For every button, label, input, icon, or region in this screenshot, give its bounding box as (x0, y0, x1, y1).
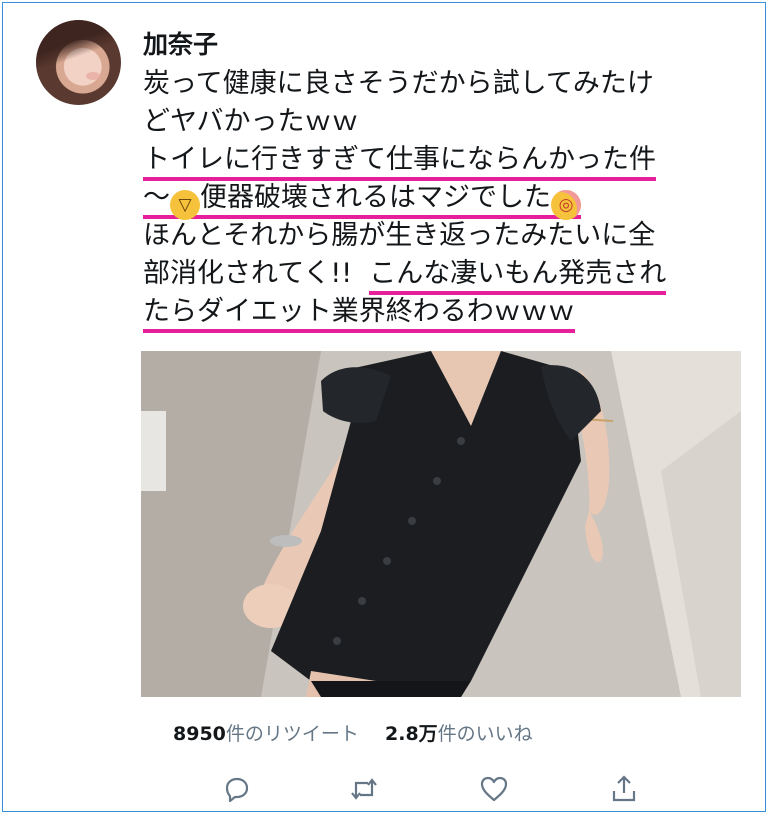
heart-icon (480, 776, 508, 802)
tweet-stats: 8950件のリツイート 2.8万件のいいね (173, 719, 533, 746)
tweet-line: たらダイエット業界終わるわｗｗｗ (143, 293, 743, 333)
highlighted-text: たらダイエット業界終わるわｗｗｗ (143, 296, 575, 333)
avatar[interactable] (36, 20, 121, 105)
reply-button[interactable] (221, 773, 253, 805)
tweet-line: 部消化されてく!! こんな凄いもん発売され (143, 255, 743, 295)
flushed-emoji-icon: ◎ (551, 190, 581, 220)
highlighted-text: トイレに行きすぎて仕事にならんかった件 (143, 144, 656, 181)
highlighted-text: 〜 ▽ 便器破壊されるはマジでした ◎ (143, 182, 581, 220)
retweet-button[interactable] (348, 773, 380, 805)
tweet-line: どヤバかったｗｗ (143, 106, 359, 137)
tweet-card: 加奈子 炭って健康に良さそうだから試してみたけ どヤバかったｗｗ トイレに行きす… (2, 2, 766, 812)
tweet-line: ほんとそれから腸が生き返ったみたいに全 (143, 220, 656, 251)
dress-photo-illustration (141, 351, 741, 697)
tweet-line: 〜 ▽ 便器破壊されるはマジでした ◎ (143, 179, 743, 220)
tweet-line: トイレに行きすぎて仕事にならんかった件 (143, 141, 743, 181)
highlighted-text: こんな凄いもん発売され (369, 258, 667, 295)
user-name[interactable]: 加奈子 (143, 25, 218, 61)
share-button[interactable] (608, 773, 640, 805)
tweet-line: 炭って健康に良さそうだから試してみたけ (143, 68, 654, 99)
reply-icon (225, 777, 249, 803)
retweet-icon (351, 778, 377, 800)
tweet-text: 炭って健康に良さそうだから試してみたけ どヤバかったｗｗ トイレに行きすぎて仕事… (143, 65, 743, 333)
share-icon (612, 775, 636, 802)
like-button[interactable] (478, 773, 510, 805)
tweet-photo[interactable] (141, 351, 741, 697)
retweet-stat[interactable]: 8950件のリツイート (173, 723, 359, 745)
laughing-emoji-icon: ▽ (170, 190, 200, 220)
tweet-actions (173, 773, 653, 813)
like-stat[interactable]: 2.8万件のいいね (385, 723, 533, 745)
